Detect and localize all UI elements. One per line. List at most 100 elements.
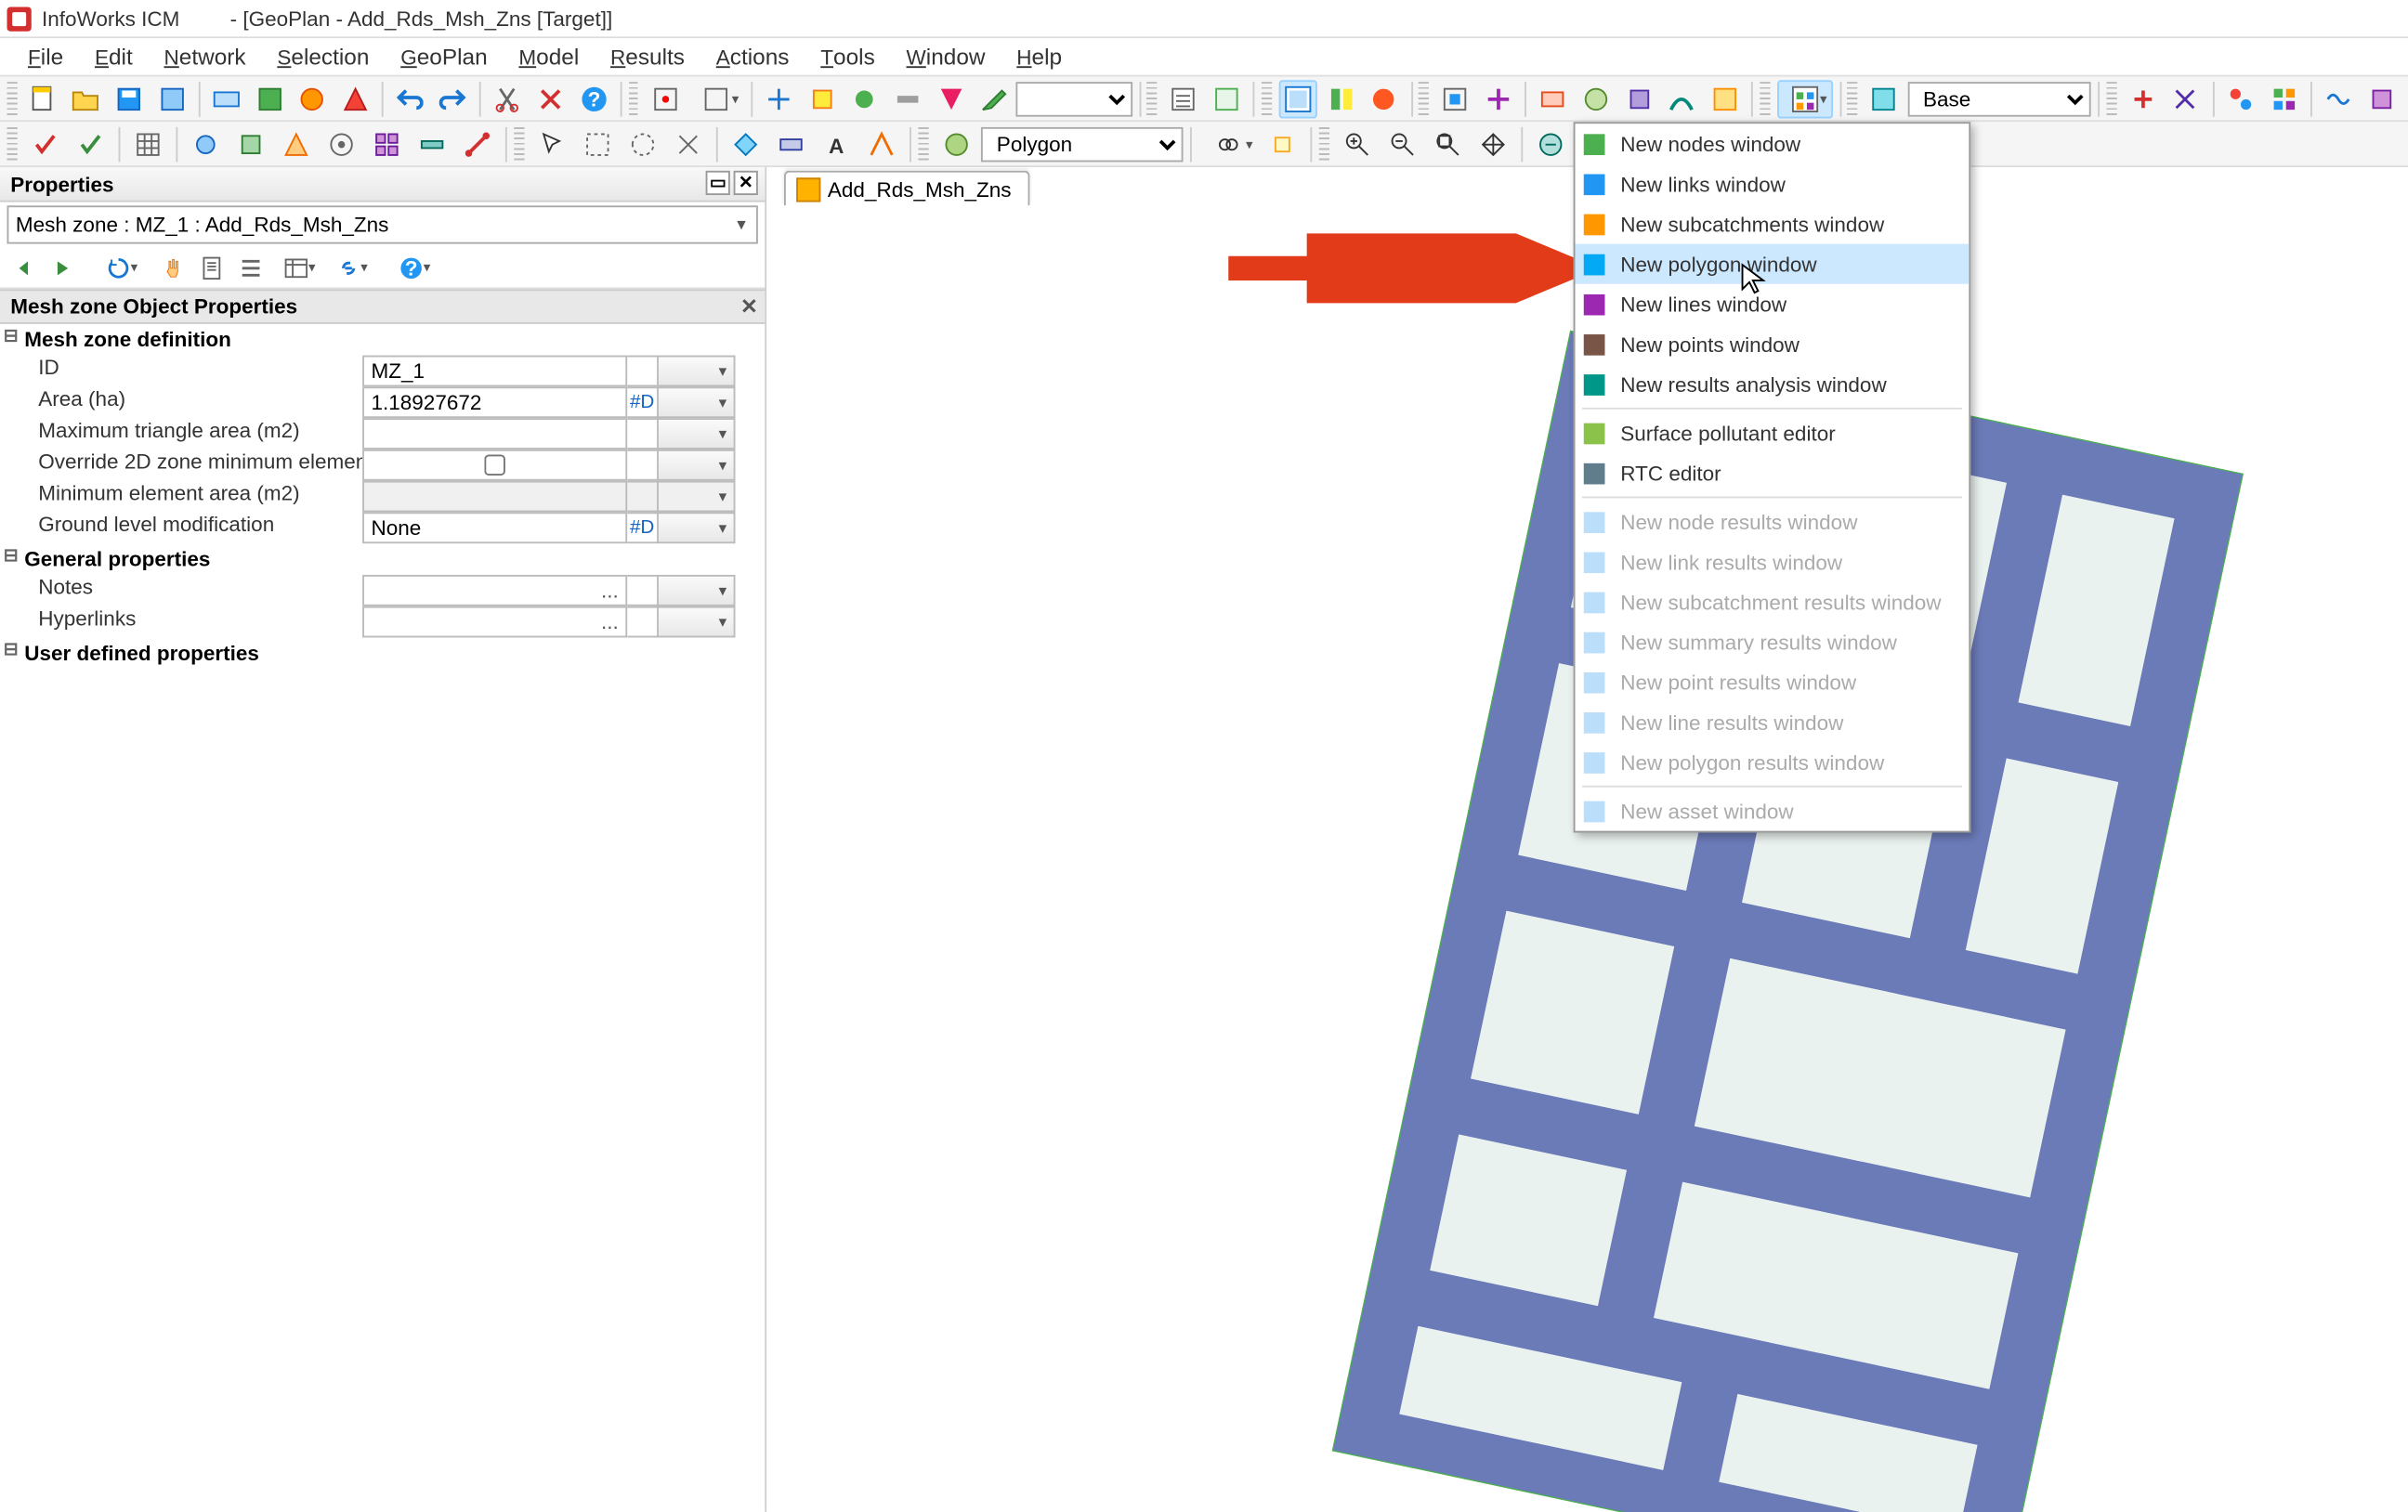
tb-btn-f2[interactable] [1577,79,1616,117]
toolbar-grip[interactable] [918,126,928,162]
pt-list[interactable] [233,250,268,285]
tb2-pan[interactable] [1472,124,1514,163]
toolbar-grip[interactable] [629,81,639,116]
tb-btn-4[interactable] [152,79,191,117]
tb2-b4[interactable] [321,124,362,163]
prop-value[interactable]: 1.18927672 [362,386,627,418]
prop-dropdown-button[interactable] [659,606,736,638]
pt-refresh[interactable] [94,250,143,285]
combo-empty-1[interactable] [1016,81,1132,116]
combo-polygon[interactable]: Polygon [981,126,1184,162]
tb-btn-f3[interactable] [1619,79,1658,117]
toolbar-grip[interactable] [514,126,524,162]
dropdown-item-surface-pollutant-editor[interactable]: Surface pollutant editor [1575,413,1969,453]
menu-help[interactable]: Help [1002,40,1076,73]
menu-geoplan[interactable]: GeoPlan [386,40,501,73]
tb-btn-e2[interactable] [1479,79,1518,117]
prop-group-title[interactable]: User defined properties [0,637,765,669]
menu-model[interactable]: Model [504,40,593,73]
toolbar-grip[interactable] [7,81,18,116]
tb-btn-c2[interactable] [1207,79,1246,117]
prop-checkbox[interactable] [484,455,505,476]
menu-edit[interactable]: Edit [81,40,147,73]
properties-object-selector[interactable]: Mesh zone : MZ_1 : Add_Rds_Msh_Zns [7,205,758,243]
dropdown-item-new-subcatchments-window[interactable]: New subcatchments window [1575,203,1969,243]
prop-dropdown-button[interactable] [659,386,736,418]
tb-btn-a1[interactable] [646,79,685,117]
tb2-zoom-fit[interactable] [1427,124,1469,163]
toolbar-grip[interactable] [1848,81,1858,116]
section-close-icon[interactable]: ✕ [740,294,758,319]
toolbar-grip[interactable] [1760,81,1770,116]
tb2-d2[interactable] [770,124,812,163]
toolbar-grip[interactable] [7,126,18,162]
tb-btn-f5[interactable] [1705,79,1744,117]
tb-btn-f4[interactable] [1662,79,1701,117]
pt-table[interactable] [272,250,321,285]
tb2-f2[interactable] [1262,124,1303,163]
tb-save[interactable] [110,79,149,117]
prop-value[interactable]: ... [362,575,627,606]
tb2-b2[interactable] [230,124,272,163]
tb-btn-d2[interactable] [1321,79,1360,117]
tb2-b7[interactable] [456,124,498,163]
tb2-g1[interactable] [1530,124,1572,163]
tb-btn-h4[interactable] [2264,79,2303,117]
dropdown-item-new-lines-window[interactable]: New lines window [1575,284,1969,324]
tb2-grid[interactable] [127,124,169,163]
tb-btn-e1[interactable] [1436,79,1475,117]
pt-link[interactable] [324,250,373,285]
tb2-commit[interactable] [70,124,111,163]
prop-dropdown-button[interactable] [659,356,736,387]
tb2-e1[interactable] [936,124,977,163]
tb-redo[interactable] [433,79,472,117]
tb2-zoom-in[interactable] [1337,124,1379,163]
prop-value[interactable]: None [362,512,627,543]
tb-btn-7[interactable] [293,79,332,117]
toolbar-grip[interactable] [1147,81,1158,116]
prop-dropdown-button[interactable] [659,512,736,543]
menu-window[interactable]: Window [893,40,1000,73]
menu-network[interactable]: Network [150,40,260,73]
tb-undo[interactable] [390,79,429,117]
tb-delete[interactable] [531,79,570,117]
tb2-c3[interactable] [622,124,664,163]
tb-btn-b2[interactable] [803,79,842,117]
tb-btn-b5[interactable] [931,79,970,117]
tb-btn-d1-active[interactable] [1278,79,1317,117]
pt-help[interactable]: ? [386,250,436,285]
tb-btn-5[interactable] [207,79,246,117]
tb-btn-b3[interactable] [845,79,884,117]
ellipsis-button[interactable]: ... [601,609,619,633]
dropdown-item-new-results-analysis-window[interactable]: New results analysis window [1575,364,1969,404]
dropdown-item-new-points-window[interactable]: New points window [1575,324,1969,364]
tb-new[interactable] [24,79,63,117]
tb-new-window-dropdown[interactable] [1776,79,1832,117]
dropdown-item-new-polygon-window[interactable]: New polygon window [1575,244,1969,284]
dropdown-item-rtc-editor[interactable]: RTC editor [1575,453,1969,493]
tb-btn-8[interactable] [335,79,374,117]
tb-btn-h1[interactable] [2124,79,2163,117]
prop-value[interactable] [362,418,627,450]
tb-btn-h2[interactable] [2166,79,2205,117]
tb-btn-c1[interactable] [1164,79,1203,117]
tb2-b1[interactable] [185,124,227,163]
tb2-zoom-out[interactable] [1381,124,1423,163]
tb-btn-bpen[interactable] [974,79,1013,117]
tb2-d1[interactable] [725,124,766,163]
geoplan-tab[interactable]: Add_Rds_Msh_Zns [784,171,1030,206]
pt-doc[interactable] [195,250,230,285]
tb-btn-d3[interactable] [1364,79,1403,117]
prop-group-title[interactable]: General properties [0,543,765,575]
menu-results[interactable]: Results [596,40,699,73]
tb-btn-h3[interactable] [2221,79,2260,117]
tb2-f1[interactable] [1198,124,1258,163]
pt-play[interactable] [46,250,81,285]
tb-btn-h5[interactable] [2319,79,2358,117]
prop-dropdown-button[interactable] [659,575,736,606]
dropdown-item-new-nodes-window[interactable]: New nodes window [1575,124,1969,163]
tb-btn-a2[interactable] [688,79,744,117]
tb2-b6[interactable] [412,124,453,163]
prop-dropdown-button[interactable] [659,418,736,450]
tb-btn-f1[interactable] [1534,79,1573,117]
